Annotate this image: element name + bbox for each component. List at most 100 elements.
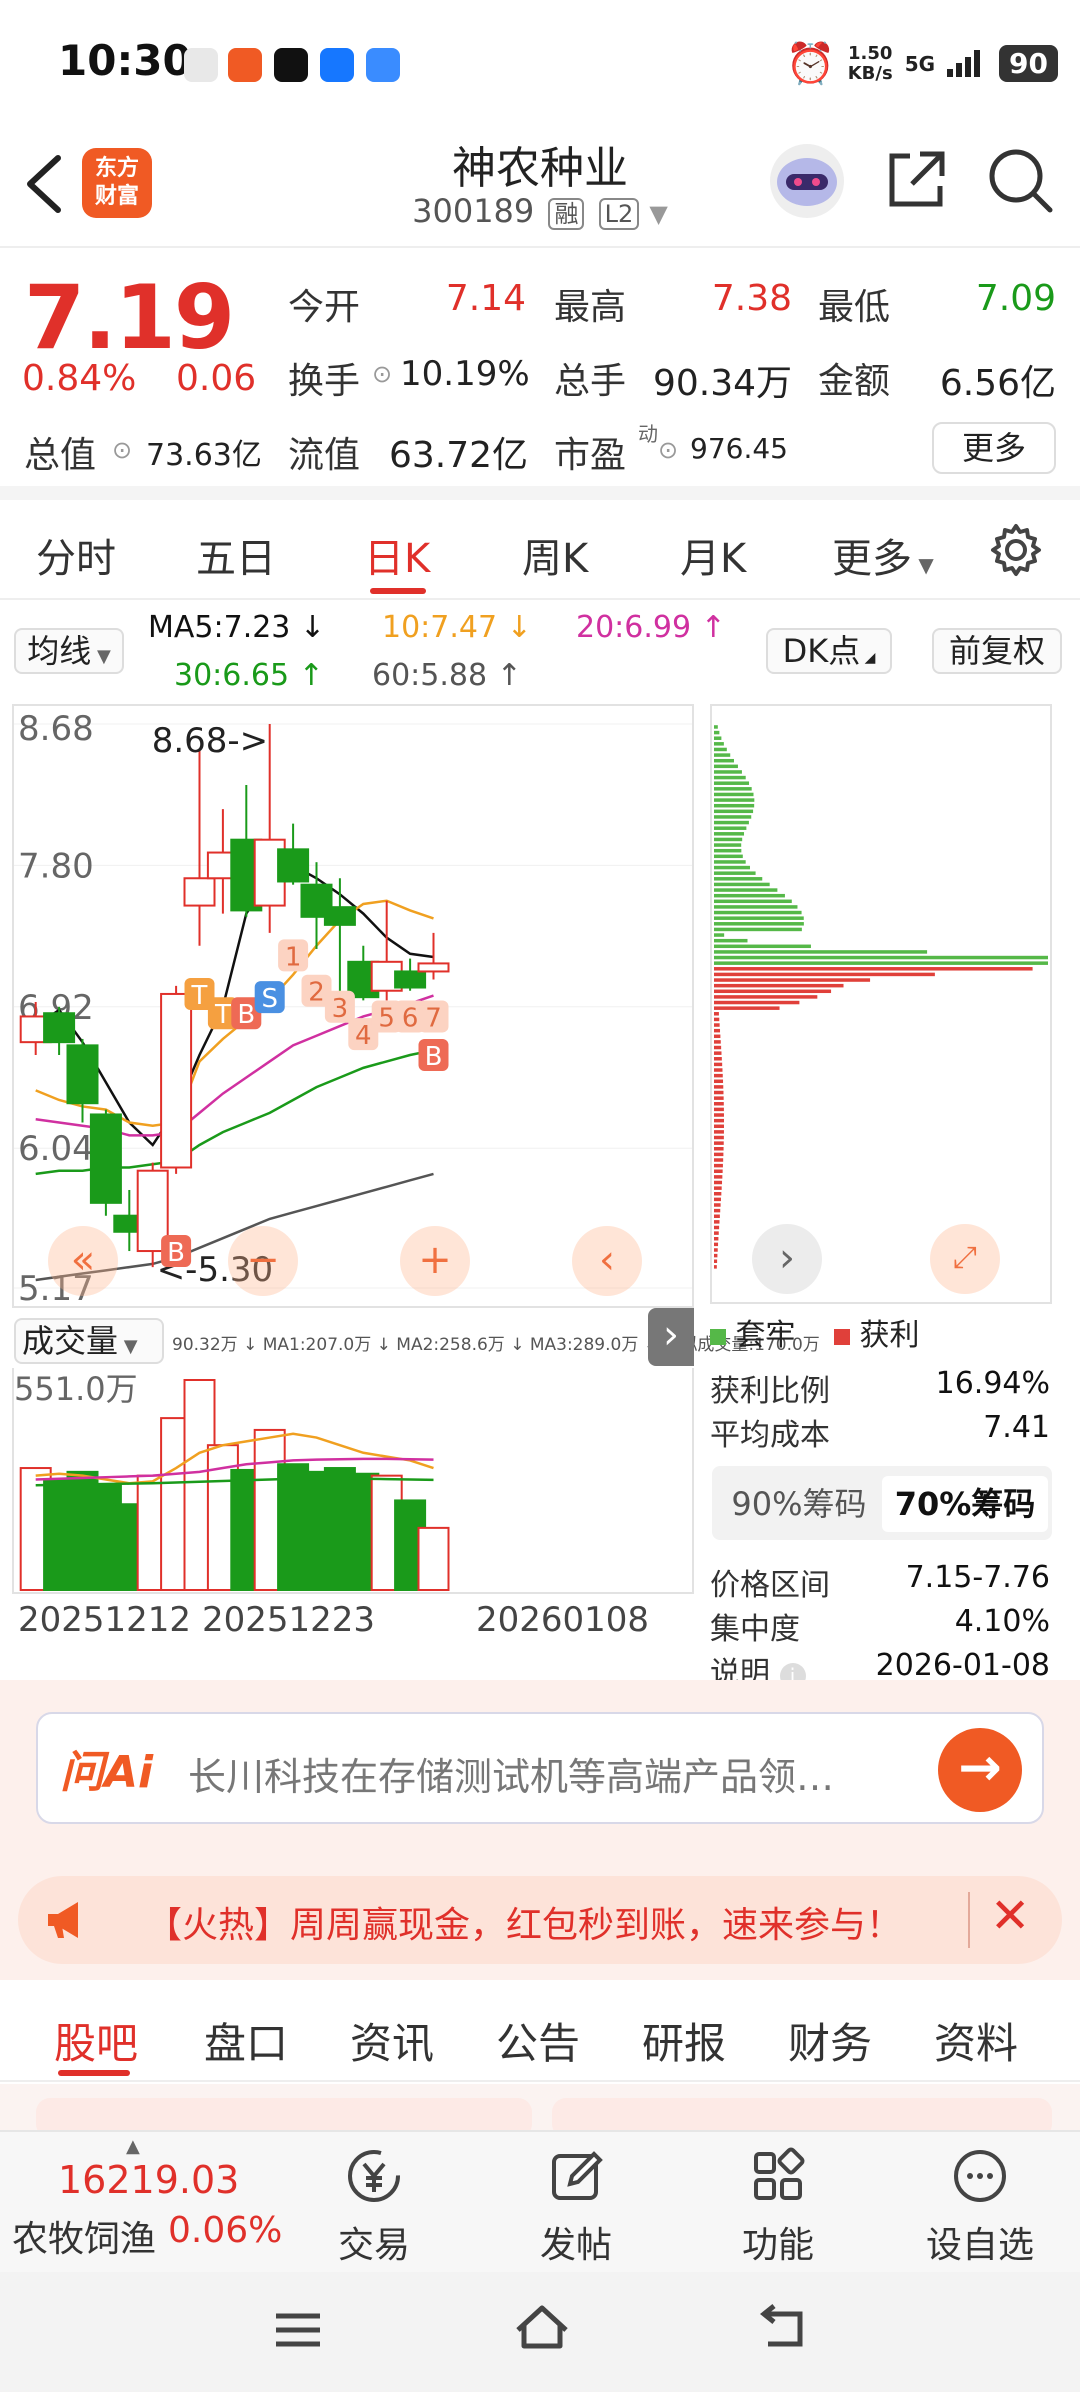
home-icon	[516, 2305, 568, 2349]
volume-indicator-selector[interactable]: 成交量 ▼	[14, 1318, 164, 1364]
share-button[interactable]	[880, 144, 952, 220]
chip-bar	[714, 1023, 720, 1027]
chip-bar	[714, 1113, 724, 1117]
settings-button[interactable]	[988, 522, 1044, 582]
chip-bar	[714, 1090, 724, 1095]
candle-body	[323, 906, 356, 926]
tab-announcements[interactable]: 公告	[496, 2010, 580, 2071]
chip-bar	[714, 955, 1048, 960]
search-button[interactable]	[984, 144, 1056, 220]
dk-point-button[interactable]: DK点 ◢	[766, 628, 892, 674]
add-watchlist-button[interactable]: 设自选	[900, 2132, 1060, 2274]
chip-bar	[714, 1102, 724, 1106]
chip-bar	[714, 826, 747, 830]
kline-chart[interactable]: 8.68 7.80 6.92 6.04 5.17 8.68-> <-5.30 T T B S 1 2 3 4…	[12, 704, 694, 1309]
tab-more[interactable]: 更多 ▼	[832, 526, 934, 584]
ai-submit-button[interactable]: →	[938, 1728, 1022, 1812]
kline-svg: 8.687.806.926.045.178.68-><-5.30TT BS1234…	[14, 709, 692, 1309]
tab-forum[interactable]: 股吧	[54, 2010, 138, 2071]
tab-daily-k[interactable]: 日K	[364, 526, 430, 584]
marker-label: B	[237, 1000, 255, 1030]
grid-icon	[754, 2147, 805, 2200]
post-button[interactable]: 发帖	[496, 2132, 656, 2274]
tab-timeshare[interactable]: 分时	[36, 526, 116, 584]
chip-bar	[714, 1135, 724, 1140]
panel-toggle-button[interactable]: ›	[648, 1308, 694, 1366]
zoom-out-button[interactable]: −	[228, 1226, 298, 1296]
signal-icon	[947, 47, 987, 81]
more-button[interactable]: 更多	[932, 422, 1056, 474]
chip-bar	[714, 1175, 723, 1179]
market-cap-value: 73.63亿	[146, 438, 262, 473]
notice-banner[interactable]: 【火热】周周赢现金，红包秒到账，速来参与！ ✕	[18, 1876, 1062, 1964]
crosshair-button[interactable]: +	[400, 1226, 470, 1296]
tab-news[interactable]: 资讯	[350, 2010, 434, 2071]
chip-bar	[714, 1180, 723, 1185]
functions-button[interactable]: 功能	[698, 2132, 858, 2274]
tab-finance[interactable]: 财务	[788, 2010, 872, 2071]
tab-five-day[interactable]: 五日	[196, 526, 276, 584]
info-icon[interactable]: ⊙	[658, 436, 678, 464]
adjust-button[interactable]: 前复权	[932, 628, 1062, 674]
chip-bar	[714, 1130, 724, 1134]
high-label: 最高	[554, 287, 627, 328]
back-nav-button[interactable]	[754, 2304, 810, 2356]
assistant-avatar[interactable]	[770, 144, 844, 218]
chip-bar	[714, 1051, 722, 1055]
signal-marker: 1	[278, 939, 309, 972]
ai-query-box[interactable]: 问Ai 长川科技在存储测试机等高端产品领… →	[36, 1712, 1044, 1824]
tab-weekly-k[interactable]: 周K	[522, 526, 588, 584]
ma30-legend: 30:6.65 ↑	[174, 658, 324, 693]
chip-bar	[714, 770, 742, 774]
tab-orderbook[interactable]: 盘口	[204, 2010, 288, 2071]
home-nav-button[interactable]	[512, 2302, 572, 2356]
chip-bar	[714, 758, 734, 763]
tab-profile[interactable]: 资料	[934, 2010, 1018, 2071]
dropdown-triangle-icon: ▼	[649, 200, 668, 228]
chip-90-tab[interactable]: 90%筹码	[716, 1476, 882, 1532]
volume-svg: 551.0万	[14, 1370, 450, 1592]
ai-logo: 问Ai	[60, 1747, 154, 1798]
last-price: 7.19	[24, 266, 235, 369]
chip-bar	[714, 747, 727, 752]
ai-suggestion-text: 长川科技在存储测试机等高端产品领…	[188, 1755, 835, 1799]
chip-bar	[714, 1028, 721, 1033]
info-icon[interactable]: ⊙	[372, 360, 392, 388]
trade-button[interactable]: 交易	[294, 2132, 454, 2274]
turnover-label: 换手	[288, 361, 361, 402]
level2-tag: L2	[598, 198, 640, 230]
chip-bar	[714, 832, 745, 836]
chip-bar	[714, 950, 928, 954]
share-icon	[889, 151, 945, 207]
ma10-legend: 10:7.47 ↓	[382, 610, 532, 645]
sector-index[interactable]: ▲ 16219.03 农牧饲渔 0.06%	[0, 2132, 300, 2274]
chip-bar	[714, 787, 752, 791]
chip-bar	[714, 1231, 719, 1235]
chip-bar	[714, 1214, 720, 1218]
menu-nav-button[interactable]	[272, 2308, 324, 2356]
scroll-far-left-button[interactable]: «	[48, 1226, 118, 1296]
notification-icon	[184, 48, 218, 82]
chip-bar	[714, 1141, 724, 1145]
chip-70-tab[interactable]: 70%筹码	[882, 1476, 1048, 1532]
chip-bar	[714, 1152, 724, 1157]
post-label: 发帖	[539, 2225, 612, 2266]
scroll-left-button[interactable]: ‹	[572, 1226, 642, 1296]
expand-button[interactable]: ⤢	[930, 1224, 1000, 1294]
chip-bar	[714, 1096, 724, 1100]
close-notice-button[interactable]: ✕	[990, 1888, 1030, 1944]
chip-range-toggle: 90%筹码 70%筹码	[712, 1466, 1052, 1540]
candle-body	[394, 970, 427, 989]
high-price-label: 8.68->	[152, 721, 268, 761]
chip-bar	[714, 1045, 722, 1050]
indicator-selector[interactable]: 均线 ▼	[14, 628, 124, 674]
tab-monthly-k[interactable]: 月K	[680, 526, 746, 584]
marker-label: 2	[308, 978, 325, 1008]
sector-name: 农牧饲渔	[12, 2219, 157, 2260]
chip-next-button[interactable]: ›	[752, 1224, 822, 1294]
chip-bar	[714, 1034, 721, 1039]
tab-research[interactable]: 研报	[642, 2010, 726, 2071]
chip-bar	[714, 877, 763, 881]
volume-value: 90.34万	[652, 363, 792, 404]
info-icon[interactable]: ⊙	[112, 436, 132, 464]
